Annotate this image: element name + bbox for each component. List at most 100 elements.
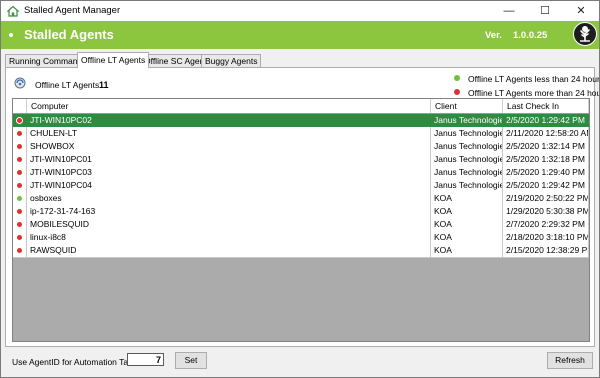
row-status-cell bbox=[13, 192, 27, 205]
cell-last-check-in: 2/7/2020 2:29:32 PM bbox=[503, 218, 589, 231]
red-status-icon bbox=[17, 157, 22, 162]
cell-last-check-in: 1/29/2020 5:30:38 PM bbox=[503, 205, 589, 218]
row-status-cell bbox=[13, 140, 27, 153]
cell-client: Janus Technologie... bbox=[431, 166, 503, 179]
table-row[interactable]: SHOWBOXJanus Technologie...2/5/2020 1:32… bbox=[13, 140, 589, 154]
cell-client: KOA bbox=[431, 231, 503, 244]
column-header-last-check-in[interactable]: Last Check In bbox=[503, 99, 589, 113]
cell-client: KOA bbox=[431, 244, 503, 257]
cell-client: Janus Technologie... bbox=[431, 114, 503, 127]
app-window: Stalled Agent Manager — ☐ ✕ Stalled Agen… bbox=[0, 0, 600, 378]
version-label: Ver. bbox=[485, 30, 502, 41]
red-status-icon bbox=[17, 131, 22, 136]
table-row[interactable]: osboxes KOA 2/19/2020 2:50:22 PM bbox=[13, 192, 589, 206]
cell-computer: JTI-WIN10PC03 bbox=[27, 166, 431, 179]
page-title: Stalled Agents bbox=[24, 27, 114, 42]
green-status-icon bbox=[17, 196, 22, 201]
row-status-cell bbox=[13, 205, 27, 218]
red-status-icon bbox=[17, 118, 22, 123]
red-status-icon bbox=[17, 235, 22, 240]
green-status-icon bbox=[454, 75, 460, 81]
cell-client: Janus Technologie... bbox=[431, 179, 503, 192]
table-row[interactable]: JTI-WIN10PC03Janus Technologie...2/5/202… bbox=[13, 166, 589, 180]
tree-logo-icon bbox=[573, 22, 597, 46]
cell-client: Janus Technologie... bbox=[431, 127, 503, 140]
summary-count: 11 bbox=[99, 80, 109, 90]
cell-last-check-in: 2/5/2020 1:32:14 PM bbox=[503, 140, 589, 153]
cell-last-check-in: 2/19/2020 2:50:22 PM bbox=[503, 192, 589, 205]
table-row[interactable]: JTI-WIN10PC04Janus Technologie...2/5/202… bbox=[13, 179, 589, 193]
cell-computer: MOBILESQUID bbox=[27, 218, 431, 231]
cell-computer: JTI-WIN10PC02 bbox=[27, 114, 431, 127]
bottom-bar: Use AgentID for Automation Tasks 7 Set R… bbox=[1, 347, 599, 377]
red-status-icon bbox=[17, 209, 22, 214]
cell-computer: linux-i8c8 bbox=[27, 231, 431, 244]
row-status-cell bbox=[13, 179, 27, 192]
close-button[interactable]: ✕ bbox=[563, 1, 599, 21]
row-status-cell bbox=[13, 218, 27, 231]
table-row[interactable]: CHULEN-LTJanus Technologie...2/11/2020 1… bbox=[13, 127, 589, 141]
cell-computer: osboxes bbox=[27, 192, 431, 205]
cell-computer: CHULEN-LT bbox=[27, 127, 431, 140]
tab-buggy-agents[interactable]: Buggy Agents bbox=[201, 54, 262, 67]
title-bar: Stalled Agent Manager — ☐ ✕ bbox=[1, 1, 599, 21]
cell-computer: JTI-WIN10PC01 bbox=[27, 153, 431, 166]
row-status-cell bbox=[13, 114, 27, 127]
header-banner: Stalled Agents Ver. 1.0.0.25 bbox=[1, 21, 599, 49]
row-header-corner bbox=[13, 99, 27, 113]
cell-last-check-in: 2/18/2020 3:18:10 PM bbox=[503, 231, 589, 244]
minimize-button[interactable]: — bbox=[491, 1, 527, 21]
row-status-cell bbox=[13, 153, 27, 166]
cell-last-check-in: 2/5/2020 1:32:18 PM bbox=[503, 153, 589, 166]
row-status-cell bbox=[13, 127, 27, 140]
agent-id-label: Use AgentID for Automation Tasks bbox=[12, 357, 141, 367]
banner-dot-icon bbox=[9, 33, 13, 37]
table-row[interactable]: JTI-WIN10PC01Janus Technologie...2/5/202… bbox=[13, 153, 589, 167]
cell-last-check-in: 2/5/2020 1:29:40 PM bbox=[503, 166, 589, 179]
legend-text: Offline LT Agents more than 24 hours bbox=[468, 88, 600, 98]
cell-computer: JTI-WIN10PC04 bbox=[27, 179, 431, 192]
row-status-cell bbox=[13, 244, 27, 257]
agent-status-icon bbox=[14, 77, 26, 89]
row-status-cell bbox=[13, 231, 27, 244]
refresh-button[interactable]: Refresh bbox=[547, 352, 593, 369]
table-row[interactable]: RAWSQUID KOA 2/15/2020 12:38:29 PM bbox=[13, 244, 589, 258]
cell-client: Janus Technologie... bbox=[431, 140, 503, 153]
table-row[interactable]: linux-i8c8 KOA 2/18/2020 3:18:10 PM bbox=[13, 231, 589, 245]
cell-client: Janus Technologie... bbox=[431, 153, 503, 166]
maximize-button[interactable]: ☐ bbox=[527, 1, 563, 21]
legend-text: Offline LT Agents less than 24 hours bbox=[468, 74, 600, 84]
table-row[interactable]: MOBILESQUID KOA 2/7/2020 2:29:32 PM bbox=[13, 218, 589, 232]
cell-client: KOA bbox=[431, 218, 503, 231]
cell-client: KOA bbox=[431, 192, 503, 205]
app-home-icon bbox=[7, 5, 19, 17]
cell-client: KOA bbox=[431, 205, 503, 218]
column-header-client[interactable]: Client bbox=[431, 99, 503, 113]
red-status-icon bbox=[17, 183, 22, 188]
row-status-cell bbox=[13, 166, 27, 179]
window-title: Stalled Agent Manager bbox=[24, 5, 121, 16]
tab-panel: Offline LT Agents 11 Offline LT Agents l… bbox=[5, 67, 599, 347]
cell-last-check-in: 2/15/2020 12:38:29 PM bbox=[503, 244, 589, 257]
cell-computer: SHOWBOX bbox=[27, 140, 431, 153]
tab-offline-lt-agents[interactable]: Offline LT Agents bbox=[77, 52, 150, 68]
red-status-icon bbox=[17, 222, 22, 227]
cell-last-check-in: 2/5/2020 1:29:42 PM bbox=[503, 114, 589, 127]
cell-computer: ip-172-31-74-163 bbox=[27, 205, 431, 218]
version-number: 1.0.0.25 bbox=[513, 30, 548, 41]
agents-table: Computer Client Last Check In JTI-WIN10P… bbox=[12, 98, 590, 342]
table-header: Computer Client Last Check In bbox=[13, 99, 589, 114]
red-status-icon bbox=[17, 170, 22, 175]
cell-computer: RAWSQUID bbox=[27, 244, 431, 257]
red-status-icon bbox=[17, 248, 22, 253]
table-row[interactable]: ip-172-31-74-163 KOA 1/29/2020 5:30:38 PM bbox=[13, 205, 589, 219]
table-row[interactable]: JTI-WIN10PC02Janus Technologie...2/5/202… bbox=[13, 114, 589, 128]
cell-last-check-in: 2/11/2020 12:58:20 AM bbox=[503, 127, 589, 140]
red-status-icon bbox=[454, 89, 460, 95]
set-button[interactable]: Set bbox=[175, 352, 207, 369]
cell-last-check-in: 2/5/2020 1:29:42 PM bbox=[503, 179, 589, 192]
agent-id-input[interactable]: 7 bbox=[127, 353, 164, 366]
column-header-computer[interactable]: Computer bbox=[27, 99, 431, 113]
summary-label: Offline LT Agents bbox=[35, 80, 100, 90]
red-status-icon bbox=[17, 144, 22, 149]
